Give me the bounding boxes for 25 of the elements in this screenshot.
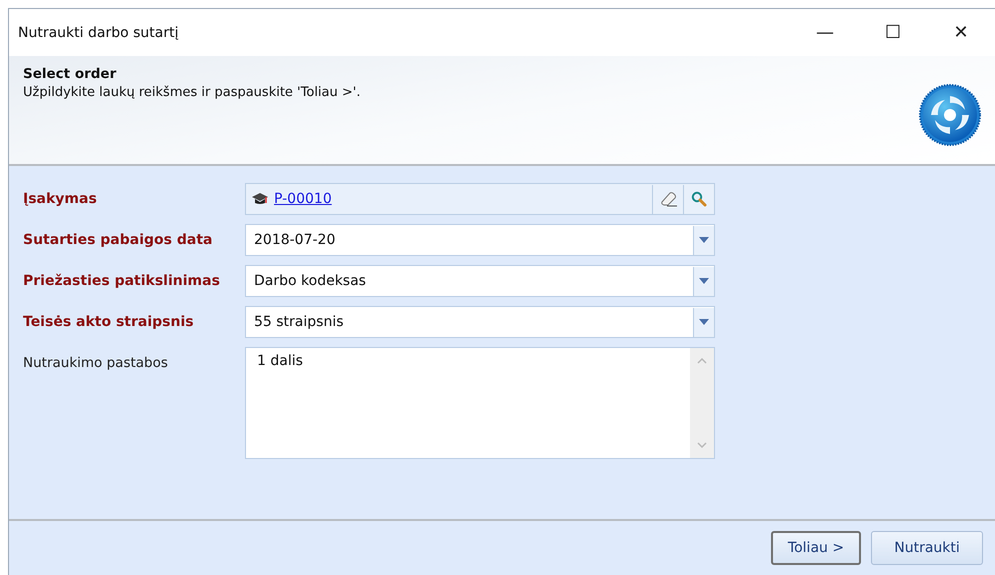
graduation-cap-icon xyxy=(252,193,268,205)
minimize-button[interactable]: — xyxy=(791,9,859,56)
close-button[interactable]: ✕ xyxy=(927,9,995,56)
maximize-button[interactable]: ☐ xyxy=(859,9,927,56)
search-icon xyxy=(691,191,707,207)
field-label: Priežasties patikslinimas xyxy=(23,272,221,289)
dropdown-field[interactable]: 2018-07-20 xyxy=(245,224,715,256)
lookup-field[interactable]: P-00010 xyxy=(245,183,715,215)
window-title: Nutraukti darbo sutartį xyxy=(18,24,180,40)
scroll-up-icon xyxy=(697,358,707,364)
notes-field[interactable]: 1 dalis xyxy=(245,347,715,459)
field-label: Teisės akto straipsnis xyxy=(23,313,195,330)
order-link[interactable]: P-00010 xyxy=(274,191,332,207)
header-subtitle: Užpildykite laukų reikšmes ir paspauskite 'Toliau >'. xyxy=(23,85,360,100)
dropdown-field[interactable]: 55 straipsnis xyxy=(245,306,715,338)
header-title: Select order xyxy=(23,66,118,82)
field-label: Nutraukimo pastabos xyxy=(23,354,169,371)
dropdown-field[interactable]: Darbo kodeksas xyxy=(245,265,715,297)
field-label: Sutarties pabaigos data xyxy=(23,231,214,248)
next-button[interactable]: Toliau > xyxy=(771,531,861,565)
field-label: Įsakymas xyxy=(23,190,98,207)
gear-icon xyxy=(919,84,981,146)
cancel-button[interactable]: Nutraukti xyxy=(871,531,983,565)
scroll-down-icon xyxy=(697,442,707,448)
scrollbar[interactable] xyxy=(690,348,714,458)
